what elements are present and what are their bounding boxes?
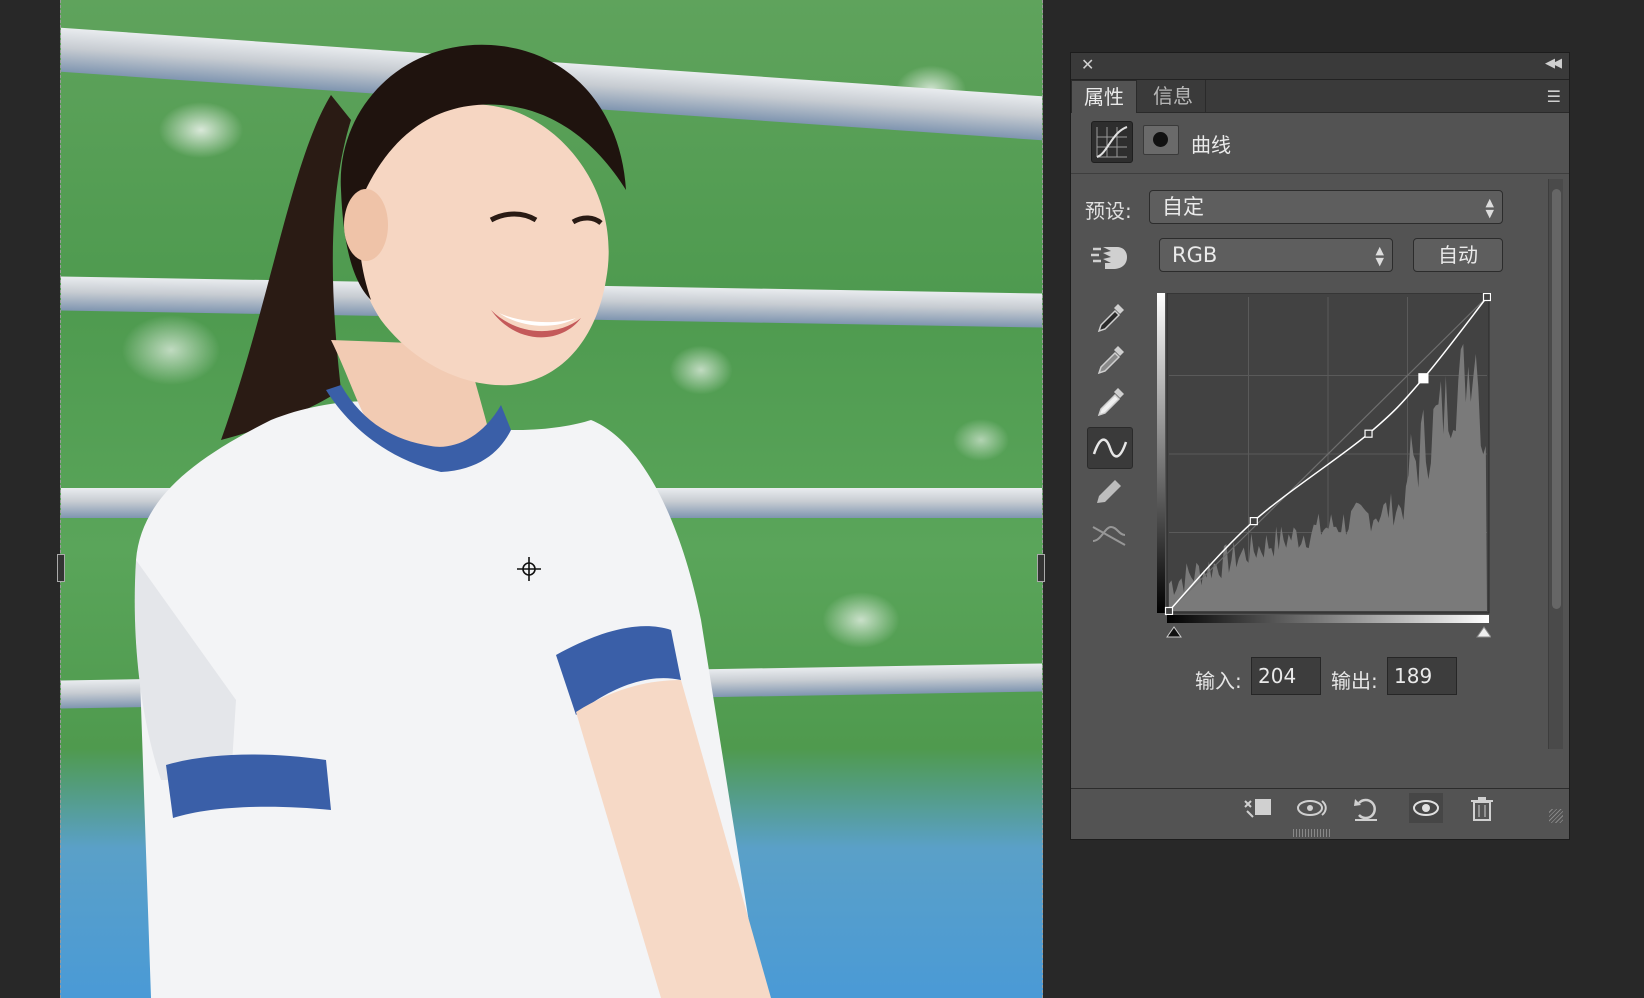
person-photo	[134, 44, 771, 998]
view-previous-state-icon[interactable]	[1295, 793, 1329, 823]
eyedropper-gray-icon[interactable]	[1087, 339, 1131, 379]
canvas-edge-handle-right[interactable]	[1037, 554, 1045, 582]
auto-button[interactable]: 自动	[1413, 238, 1503, 272]
black-point-slider	[1166, 626, 1182, 638]
clip-to-layer-icon[interactable]	[1241, 793, 1275, 823]
smooth-curve-icon[interactable]	[1087, 515, 1131, 555]
input-label: 输入:	[1195, 669, 1242, 693]
eye-icon[interactable]	[1409, 793, 1443, 823]
image-canvas[interactable]	[60, 0, 1043, 998]
tab-label: 属性	[1084, 85, 1124, 109]
panel-scrollbar[interactable]	[1548, 179, 1563, 749]
curve-point	[1482, 292, 1492, 302]
targeted-adjustment-hand-icon[interactable]	[1089, 241, 1131, 273]
properties-panel: ✕ ◀◀ 属性 信息 ☰ 曲线 预设: 自定 ▲ ▼ RGB ▲ ▼ 自动 输入…	[1070, 52, 1570, 840]
eyedropper-black-icon[interactable]	[1087, 297, 1131, 337]
pencil-draw-icon[interactable]	[1087, 471, 1131, 511]
preset-select[interactable]: 自定 ▲ ▼	[1149, 190, 1503, 224]
panel-title: 曲线	[1191, 133, 1231, 157]
tab-label: 信息	[1153, 84, 1193, 108]
tab-info[interactable]: 信息	[1141, 80, 1206, 112]
preset-value: 自定	[1162, 195, 1204, 219]
channel-select[interactable]: RGB ▲ ▼	[1159, 238, 1393, 272]
panel-tabs: 属性 信息 ☰	[1071, 80, 1569, 113]
reset-icon[interactable]	[1349, 793, 1383, 823]
white-point-slider	[1476, 626, 1492, 638]
curve-point-selected	[1418, 373, 1429, 384]
preset-label: 预设:	[1085, 199, 1132, 223]
input-output-row: 输入: 204 输出: 189	[1071, 657, 1569, 697]
curve-edit-icon[interactable]	[1087, 427, 1133, 469]
curve-point	[1364, 429, 1373, 438]
curves-graph[interactable]	[1157, 292, 1492, 643]
channel-value: RGB	[1172, 243, 1218, 267]
close-icon[interactable]: ✕	[1081, 55, 1094, 74]
panel-bottom-bar	[1071, 788, 1569, 827]
tab-properties[interactable]: 属性	[1071, 80, 1137, 113]
output-field[interactable]: 189	[1387, 657, 1457, 695]
trash-icon[interactable]	[1465, 793, 1499, 823]
eyedropper-white-icon[interactable]	[1087, 381, 1131, 421]
layer-mask-icon[interactable]	[1143, 125, 1179, 155]
select-arrows-icon: ▲ ▼	[1485, 196, 1494, 220]
curves-adjustment-icon[interactable]	[1091, 121, 1133, 163]
canvas-edge-handle-left[interactable]	[57, 554, 65, 582]
resize-grip-icon[interactable]	[1549, 809, 1563, 823]
curve-point	[1249, 517, 1258, 526]
panel-menu-icon[interactable]: ☰	[1547, 87, 1561, 106]
output-gradient-bar	[1157, 293, 1165, 613]
output-label: 输出:	[1331, 669, 1378, 693]
curve-point	[1164, 606, 1174, 616]
panel-drag-grip[interactable]	[1293, 829, 1331, 837]
scrollbar-thumb[interactable]	[1552, 189, 1561, 609]
input-field[interactable]: 204	[1251, 657, 1321, 695]
select-arrows-icon: ▲ ▼	[1375, 244, 1384, 268]
adjustment-header: 曲线	[1071, 113, 1569, 174]
panel-titlebar: ✕ ◀◀	[1071, 53, 1569, 80]
input-gradient-bar	[1167, 615, 1489, 623]
collapse-icon[interactable]: ◀◀	[1545, 56, 1562, 71]
